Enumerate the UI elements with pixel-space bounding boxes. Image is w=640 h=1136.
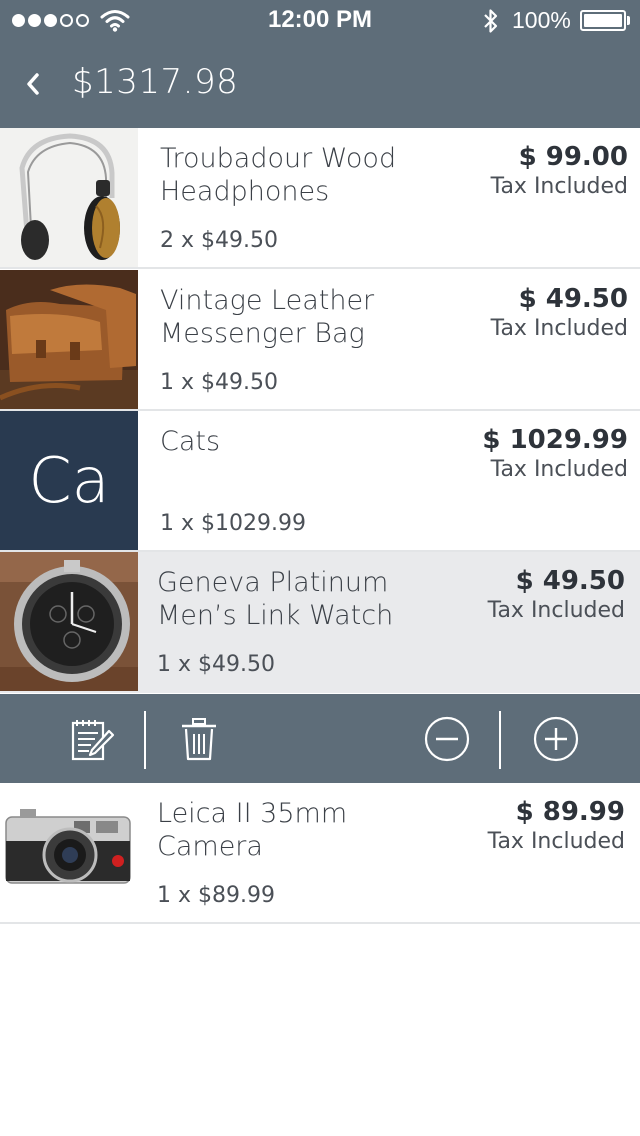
item-quantity: 1 x $89.99 [157,883,275,908]
battery-icon [580,10,626,31]
cart-total-title: $1317.98 [72,62,239,102]
status-bar: 12:00 PM 100% [0,0,640,40]
item-tax-note: Tax Included [490,457,628,482]
toolbar-divider [499,711,501,769]
toolbar-divider [144,711,146,769]
minus-circle-icon [424,716,470,762]
item-name: Troubadour Wood Headphones [160,143,397,207]
cart-item-row[interactable]: Leica II 35mm Camera 1 x $89.99 $ 89.99 … [0,783,640,924]
item-quantity: 1 x $49.50 [157,652,275,677]
trash-icon [182,718,216,761]
item-name: Cats [160,426,221,457]
messenger-bag-image [0,270,138,409]
item-action-toolbar [0,694,640,783]
plus-circle-icon [533,716,579,762]
cart-item-row[interactable]: Vintage Leather Messenger Bag 1 x $49.50… [0,270,640,411]
chevron-left-icon [27,73,39,95]
item-tax-note: Tax Included [490,174,628,199]
cart-item-row[interactable]: Troubadour Wood Headphones 2 x $49.50 $ … [0,128,640,269]
watch-image [0,552,138,691]
item-initials-tile: Ca [0,411,138,550]
back-button[interactable] [18,64,48,104]
item-price: $ 49.50 [515,566,625,596]
item-price: $ 89.99 [515,797,625,827]
edit-item-button[interactable] [64,712,118,766]
item-price: $ 99.00 [518,142,628,172]
decrease-quantity-button[interactable] [420,712,474,766]
item-quantity: 1 x $49.50 [160,370,278,395]
item-name: Vintage Leather Messenger Bag [160,285,375,349]
item-quantity: 1 x $1029.99 [160,511,306,536]
item-quantity: 2 x $49.50 [160,228,278,253]
increase-quantity-button[interactable] [529,712,583,766]
bluetooth-icon [482,8,500,38]
delete-item-button[interactable] [172,712,226,766]
cart-item-row[interactable]: Ca Cats 1 x $1029.99 $ 1029.99 Tax Inclu… [0,411,640,552]
item-price: $ 1029.99 [482,425,628,455]
headphones-image [0,128,138,267]
item-tax-note: Tax Included [487,829,625,854]
cart-item-row-selected[interactable]: Geneva Platinum Men’s Link Watch 1 x $49… [0,552,640,693]
nav-bar: $1317.98 [0,40,640,128]
edit-note-icon [71,720,115,761]
item-name: Geneva Platinum Men’s Link Watch [157,567,394,631]
battery-percent: 100% [512,7,571,33]
camera-image [0,783,138,922]
item-tax-note: Tax Included [487,598,625,623]
item-tax-note: Tax Included [490,316,628,341]
item-name: Leica II 35mm Camera [157,798,348,862]
item-initials: Ca [0,411,138,550]
item-price: $ 49.50 [518,284,628,314]
